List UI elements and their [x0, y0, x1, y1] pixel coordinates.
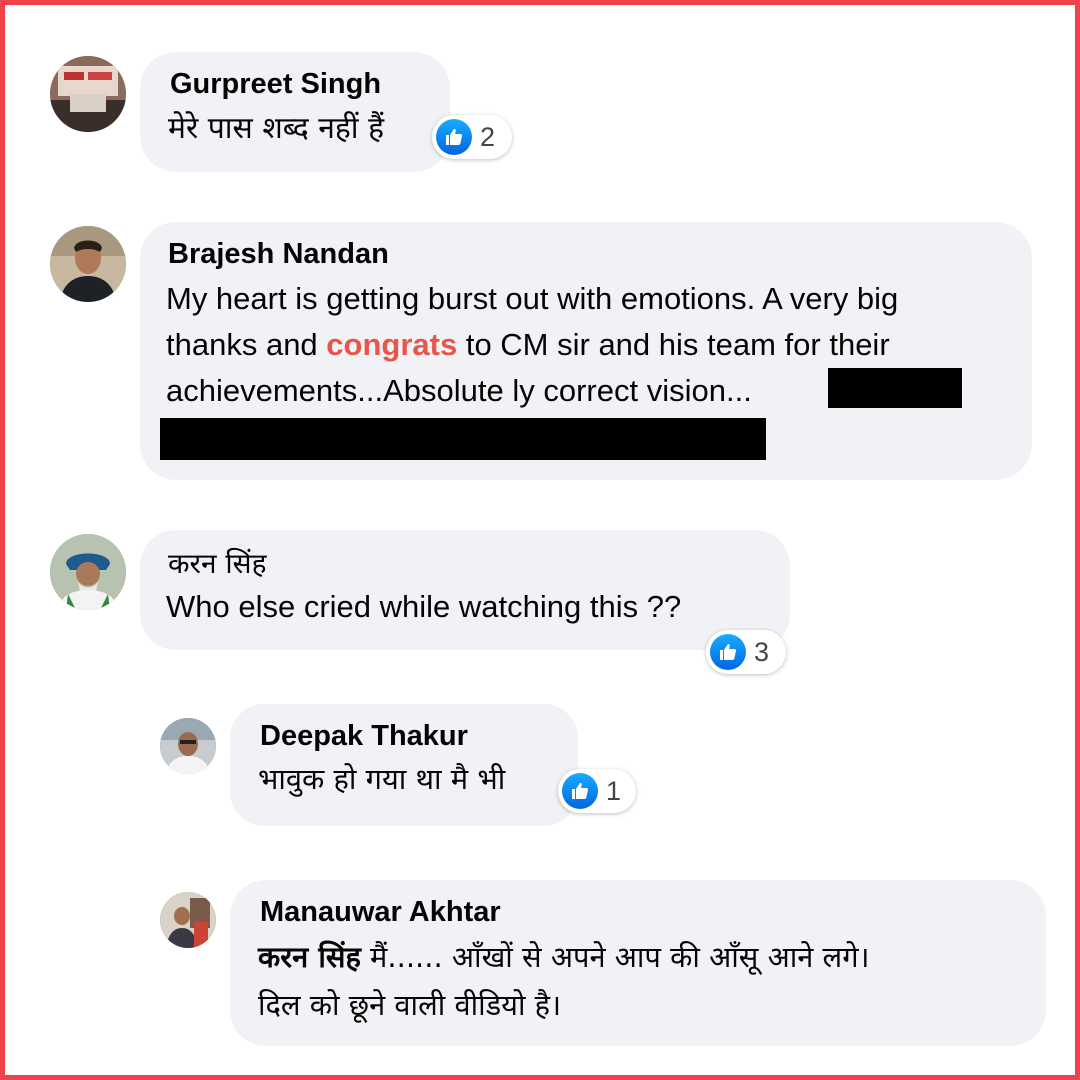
reaction-count: 1 — [606, 775, 622, 806]
reaction-badge[interactable]: 2 — [432, 115, 512, 159]
highlighted-word: congrats — [326, 327, 458, 362]
mention-link[interactable]: करन सिंह — [258, 940, 361, 974]
comment-author[interactable]: Gurpreet Singh — [170, 68, 381, 101]
reaction-count: 2 — [480, 121, 496, 152]
comment-text: भावुक हो गया था मै भी — [258, 762, 506, 796]
comment-author[interactable]: Brajesh Nandan — [168, 238, 389, 271]
text-segment: thanks and — [166, 327, 327, 362]
comment-text-line-1: करन सिंह मैं...... आँखों से अपने आप की आ… — [258, 934, 870, 980]
comment-author[interactable]: करन सिंह — [168, 544, 266, 582]
comment-text-line-1: My heart is getting burst out with emoti… — [166, 281, 899, 316]
comment-author[interactable]: Deepak Thakur — [260, 720, 468, 753]
avatar[interactable] — [50, 56, 126, 132]
like-icon — [436, 119, 472, 155]
like-icon — [562, 773, 598, 809]
redaction-bar — [160, 418, 766, 460]
comment-text-line-3: achievements...Absolute ly correct visio… — [166, 373, 752, 408]
reaction-badge[interactable]: 3 — [706, 630, 786, 674]
comment-author[interactable]: Manauwar Akhtar — [260, 896, 501, 929]
text-segment: to CM sir and his team for their — [457, 327, 890, 362]
comment-text: Who else cried while watching this ?? — [166, 589, 682, 624]
redaction-bar — [828, 368, 962, 408]
comment-text-line-2: thanks and congrats to CM sir and his te… — [166, 322, 890, 368]
comment-text: मेरे पास शब्द नहीं हैं — [168, 111, 385, 146]
reaction-count: 3 — [754, 636, 770, 667]
reaction-badge[interactable]: 1 — [558, 769, 636, 813]
avatar[interactable] — [50, 226, 126, 302]
avatar[interactable] — [160, 718, 216, 774]
avatar[interactable] — [160, 892, 216, 948]
text-segment: मैं...... आँखों से अपने आप की आँसू आने ल… — [360, 940, 870, 974]
like-icon — [710, 634, 746, 670]
avatar[interactable] — [50, 534, 126, 610]
comment-text-line-2: दिल को छूने वाली वीडियो है। — [258, 988, 562, 1022]
